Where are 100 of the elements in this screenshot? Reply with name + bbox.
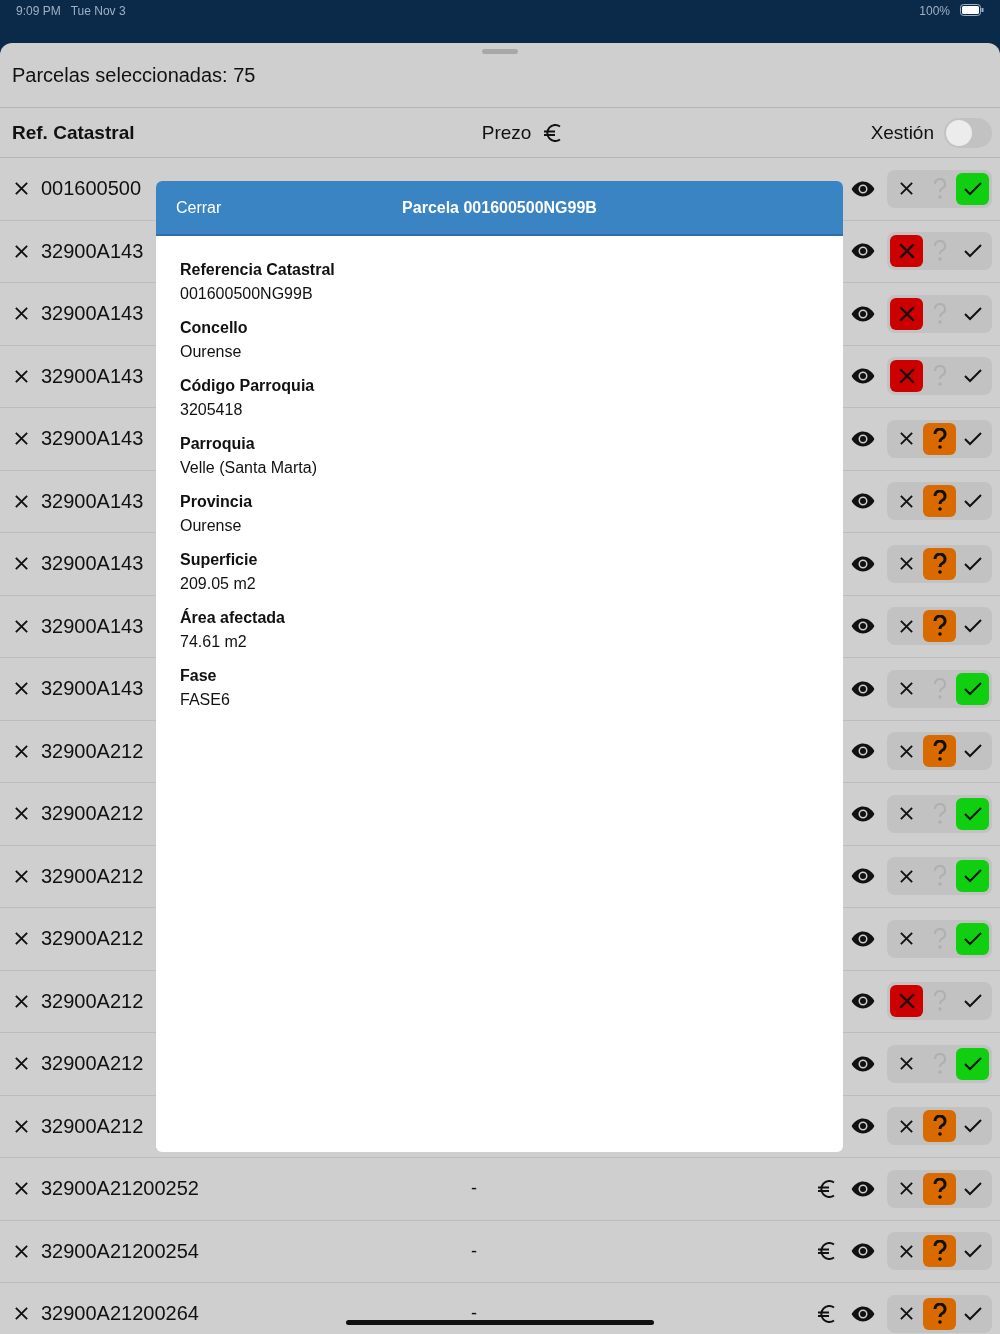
cross-icon (899, 1181, 914, 1197)
field-value: Velle (Santa Marta) (180, 458, 317, 478)
check-icon (963, 306, 982, 321)
remove-icon (14, 1243, 29, 1259)
reject-option[interactable] (890, 235, 923, 268)
field-value: Ourense (180, 342, 243, 362)
check-icon (963, 744, 982, 759)
remove-icon (14, 493, 29, 509)
remove-icon (14, 743, 29, 759)
field-label: Parroquia (180, 434, 256, 454)
maybe-option[interactable] (923, 1235, 956, 1268)
battery-level: 100% (919, 4, 950, 18)
cross-icon (899, 806, 914, 822)
reject-option[interactable] (890, 985, 923, 1018)
accept-option[interactable] (956, 1047, 989, 1080)
cadastral-ref: 32900A143 (41, 489, 144, 513)
field-label: Provincia (180, 492, 253, 512)
check-icon (963, 806, 982, 821)
check-icon (963, 556, 982, 571)
cross-icon (899, 1056, 914, 1072)
cross-icon (897, 242, 916, 261)
cadastral-ref: 32900A212 (41, 989, 144, 1013)
remove-icon (14, 1056, 29, 1072)
cross-icon (899, 618, 914, 634)
field-value: 3205418 (180, 400, 244, 420)
question-icon (932, 490, 947, 513)
euro-icon (817, 1241, 837, 1262)
cadastral-ref: 32900A143 (41, 239, 144, 263)
field-value: 209.05 m2 (180, 574, 257, 594)
remove-icon (14, 1118, 29, 1134)
cross-icon (899, 1243, 914, 1259)
price-column-header: Prezo (481, 121, 532, 144)
cross-icon (899, 556, 914, 572)
maybe-option[interactable] (923, 735, 956, 768)
field-label: Superficie (180, 550, 258, 570)
cross-icon (897, 367, 916, 386)
reject-option[interactable] (890, 360, 923, 393)
remove-icon (14, 993, 29, 1009)
euro-icon (817, 1178, 837, 1199)
remove-icon (14, 431, 29, 447)
cross-icon (899, 181, 914, 197)
field-value: FASE6 (180, 690, 230, 710)
price-value: - (471, 1240, 477, 1262)
remove-icon (14, 618, 29, 634)
cadastral-ref: 32900A143 (41, 427, 144, 451)
check-icon (963, 994, 982, 1009)
maybe-option[interactable] (923, 547, 956, 580)
cadastral-ref: 32900A212 (41, 1052, 144, 1076)
check-icon (963, 1056, 982, 1071)
remove-icon (14, 1306, 29, 1322)
reject-option[interactable] (890, 297, 923, 330)
cross-icon (897, 304, 916, 323)
check-icon (963, 494, 982, 509)
management-switch[interactable] (944, 117, 992, 148)
question-icon (932, 1115, 947, 1138)
dialog-title: Parcela 001600500NG99B (402, 198, 597, 217)
remove-icon (14, 868, 29, 884)
status-date: Tue Nov 3 (70, 4, 126, 18)
remove-icon (14, 181, 29, 197)
question-icon (932, 1240, 947, 1263)
check-icon (963, 931, 982, 946)
check-icon (963, 244, 982, 259)
cross-icon (899, 931, 914, 947)
field-value: 001600500NG99B (180, 284, 314, 304)
cross-icon (897, 992, 916, 1011)
euro-icon (817, 1303, 837, 1324)
accept-option[interactable] (956, 922, 989, 955)
close-button[interactable]: Cerrar (156, 198, 242, 217)
question-icon (932, 427, 947, 450)
cross-icon (899, 1306, 914, 1322)
maybe-option[interactable] (923, 485, 956, 518)
cross-icon (899, 493, 914, 509)
price-value: - (471, 1303, 477, 1325)
question-icon (932, 615, 947, 638)
field-value: Ourense (180, 516, 243, 536)
remove-icon (14, 556, 29, 572)
field-label: Área afectada (180, 607, 285, 628)
maybe-option[interactable] (923, 1297, 956, 1330)
cadastral-ref: 32900A21200254 (41, 1239, 199, 1263)
remove-icon (14, 306, 29, 322)
field-label: Referencia Catastral (180, 260, 335, 280)
question-icon (932, 1302, 947, 1325)
maybe-option[interactable] (923, 1172, 956, 1205)
cross-icon (899, 431, 914, 447)
cross-icon (899, 868, 914, 884)
maybe-option[interactable] (923, 1110, 956, 1143)
remove-icon (14, 368, 29, 384)
accept-option[interactable] (956, 860, 989, 893)
accept-option[interactable] (956, 797, 989, 830)
check-icon (963, 1181, 982, 1196)
accept-option[interactable] (956, 672, 989, 705)
check-icon (963, 619, 982, 634)
check-icon (963, 181, 982, 196)
accept-option[interactable] (956, 172, 989, 205)
maybe-option[interactable] (923, 610, 956, 643)
field-label: Código Parroquia (180, 376, 315, 396)
maybe-option[interactable] (923, 422, 956, 455)
cadastral-ref: 32900A212 (41, 927, 144, 951)
cadastral-ref: 32900A212 (41, 802, 144, 826)
check-icon (963, 869, 982, 884)
